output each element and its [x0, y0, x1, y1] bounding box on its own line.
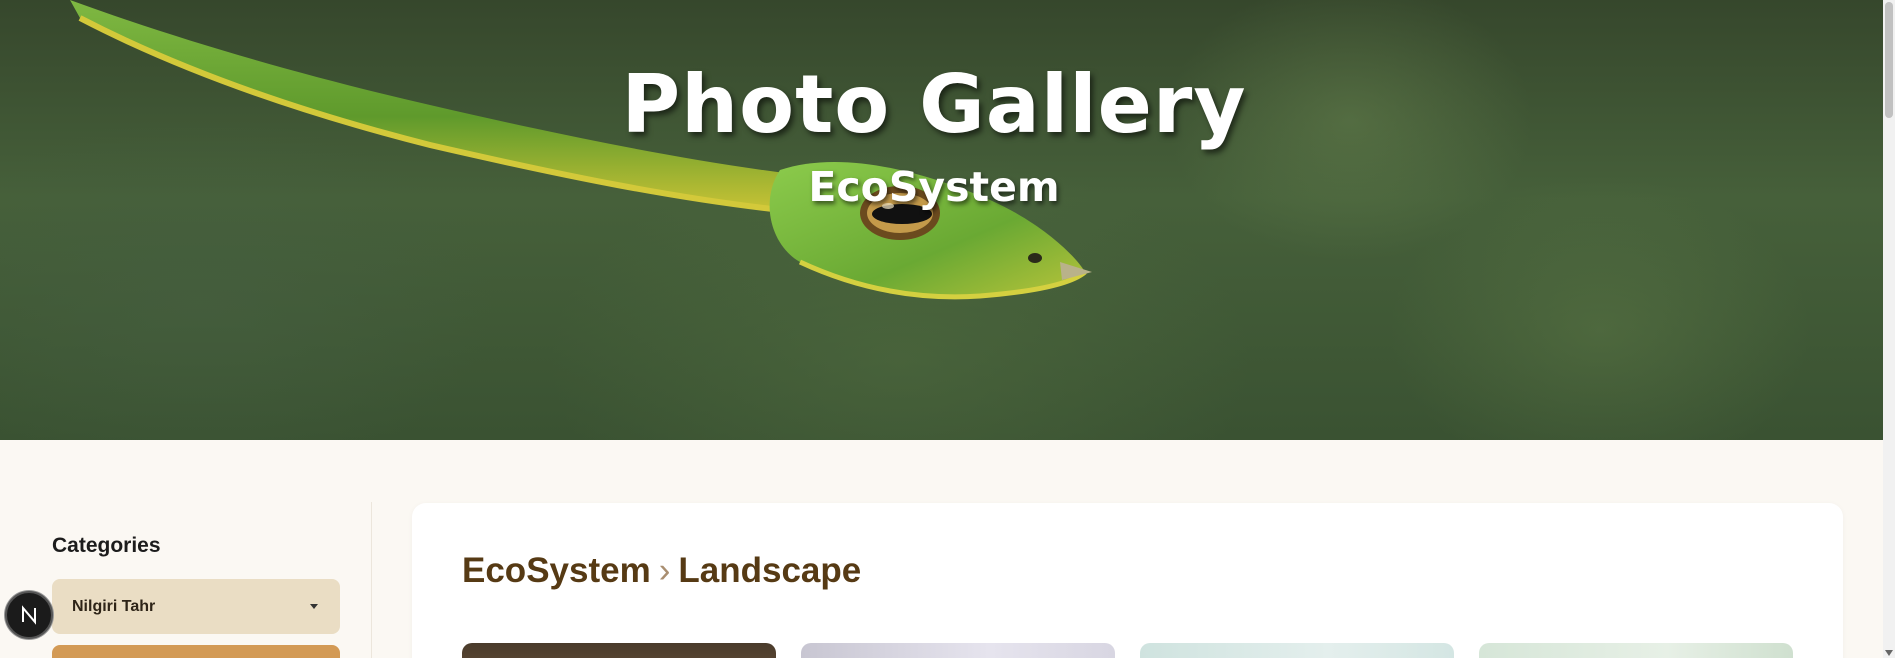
page-subtitle: EcoSystem — [808, 163, 1060, 211]
gallery-thumbnail[interactable] — [462, 643, 776, 658]
breadcrumb-section-link[interactable]: EcoSystem — [462, 551, 651, 590]
breadcrumb-separator: › — [658, 551, 671, 590]
category-item-next[interactable] — [52, 645, 340, 658]
page-title: Photo Gallery — [621, 58, 1247, 151]
sidebar-divider — [371, 502, 372, 658]
categories-heading: Categories — [52, 534, 161, 557]
n-logo-icon — [22, 605, 36, 625]
caret-down-icon — [310, 604, 318, 609]
breadcrumb: EcoSystem › Landscape — [462, 551, 861, 591]
n-logo-button[interactable] — [5, 591, 53, 639]
breadcrumb-current: Landscape — [678, 551, 862, 590]
category-dropdown-label: Nilgiri Tahr — [72, 597, 156, 615]
category-dropdown[interactable]: Nilgiri Tahr — [52, 579, 340, 634]
scrollbar-thumb[interactable] — [1885, 2, 1893, 118]
gallery-thumbnail[interactable] — [1140, 643, 1454, 658]
gallery-thumbnail[interactable] — [801, 643, 1115, 658]
scroll-down-icon[interactable] — [1885, 650, 1893, 656]
gallery-thumbnail[interactable] — [1479, 643, 1793, 658]
hero-banner: Photo Gallery EcoSystem — [0, 0, 1883, 440]
page-scrollbar[interactable] — [1883, 0, 1895, 658]
